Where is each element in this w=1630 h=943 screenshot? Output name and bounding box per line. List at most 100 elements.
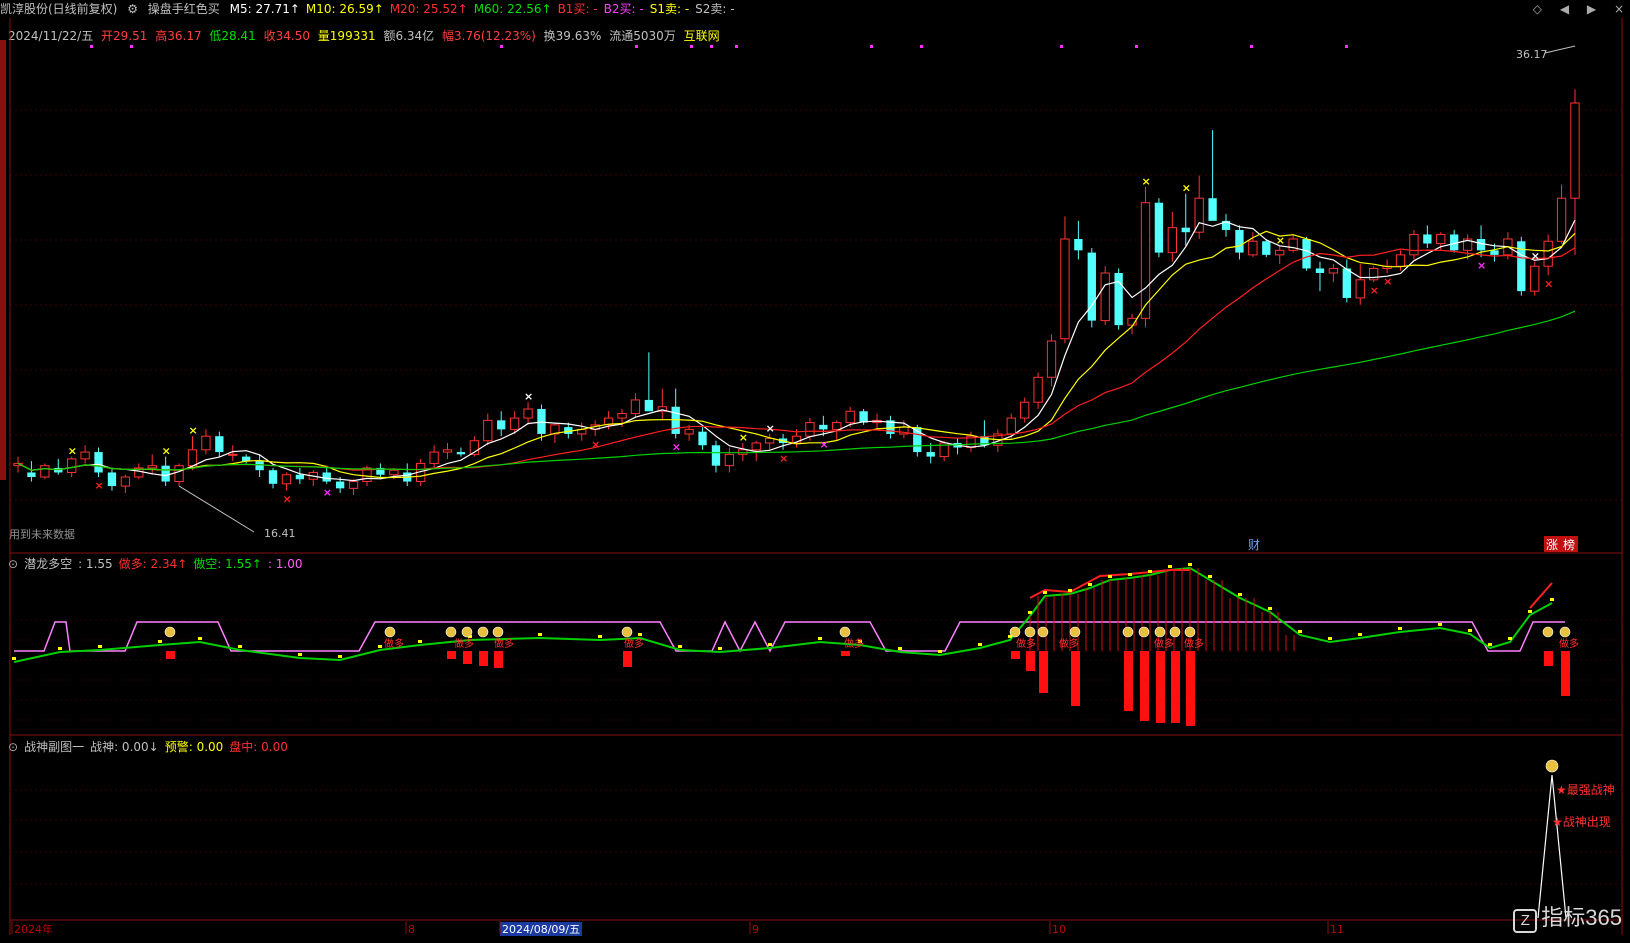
candle-body (523, 408, 533, 419)
ind1-dot (1088, 583, 1092, 586)
logo-icon: Z (1513, 909, 1538, 933)
candle-body (215, 436, 224, 453)
ind1-red-bar (479, 651, 488, 666)
candle-body (1114, 273, 1123, 326)
indicator-2-panzhong: 盘中: 0.00 (229, 740, 288, 754)
candle-body (1423, 234, 1432, 244)
price-low-label: 16.41 (264, 527, 296, 540)
top-signal-dot (870, 45, 873, 48)
ind1-red-bar (1011, 651, 1020, 659)
candle-body (348, 481, 359, 489)
candle-body (1033, 376, 1043, 403)
ind1-dot (1550, 598, 1554, 601)
top-signal-dot (1060, 45, 1063, 48)
ind1-dot (1168, 565, 1172, 568)
ind1-dot (298, 653, 302, 656)
candle-body (1543, 240, 1553, 267)
candle-body (1302, 239, 1311, 269)
ind1-dot (12, 657, 16, 660)
money-bag-icon (1024, 626, 1036, 638)
signal-x-mark: × (95, 479, 104, 492)
ind1-dot (818, 637, 822, 640)
money-bag-icon (1184, 626, 1196, 638)
candle-body (281, 474, 292, 485)
candle-body (1060, 238, 1070, 340)
ind1-dot (1268, 607, 1272, 610)
signal-x-mark: × (1531, 250, 1540, 263)
indicator-1-zuokong: 做空: 1.55↑ (193, 557, 262, 571)
axis-label-5: 11 (1330, 923, 1344, 936)
ind1-red-bar (1140, 651, 1149, 721)
candle-body (724, 453, 735, 467)
candle-body (1570, 102, 1580, 199)
candle-body (429, 451, 439, 464)
axis-label-4: 10 (1052, 923, 1066, 936)
ind1-red-bar (166, 651, 175, 659)
money-bag-icon (477, 626, 489, 638)
ind1-dot (1298, 630, 1302, 633)
candle-body (497, 420, 506, 430)
candle-body (1006, 417, 1016, 435)
signal-x-mark: × (766, 422, 775, 435)
indicator-1-name[interactable]: 潜龙多空 (24, 557, 72, 571)
ind1-dot (1128, 573, 1132, 576)
candle-body (228, 453, 238, 456)
indicator-2-name[interactable]: 战神副图一 (24, 740, 84, 754)
indicator-2-toggle[interactable]: ⊙ (8, 740, 18, 754)
candle-body (1275, 249, 1285, 256)
candle-body (1556, 197, 1567, 242)
signal-x-mark: × (68, 445, 77, 458)
signal-x-mark: × (323, 486, 332, 499)
money-bag-icon (621, 626, 633, 638)
candle-body (1181, 227, 1190, 233)
indicator-1-toggle[interactable]: ⊙ (8, 557, 18, 571)
candle-body (711, 445, 721, 466)
ind1-dot (978, 643, 982, 646)
ind1-zuoduo-label: 做多 (494, 637, 514, 650)
signal-x-mark: × (1383, 275, 1392, 288)
candle-body (147, 465, 157, 469)
ind1-red-bar (1171, 651, 1180, 723)
ind1-dot (678, 645, 682, 648)
candle-body (1395, 254, 1406, 267)
ind1-red-bar (463, 651, 472, 664)
money-bag-icon (1559, 626, 1571, 638)
candle-body (537, 409, 546, 434)
candle-body (268, 470, 278, 484)
candle-body (255, 461, 264, 471)
money-bag-icon (1037, 626, 1049, 638)
top-signal-dot (90, 45, 93, 48)
indicator-2-plot: ★最强战神 ★战神出现 (1537, 759, 1615, 919)
marker-zhang: 涨 (1546, 537, 1558, 552)
top-signal-dot (735, 45, 738, 48)
candle-body (27, 472, 36, 477)
candle-body (1208, 198, 1217, 221)
ind1-zuoduo-label: 做多 (624, 637, 644, 650)
ind1-dot (418, 640, 422, 643)
candle-body (1262, 241, 1271, 255)
chart-canvas[interactable]: × ××××××××××××××× ××× ×× 做多 做多 做多 做多 做多 做多 做多 做多 做多… (0, 0, 1630, 943)
candle-body (389, 469, 399, 476)
ind1-dot (1528, 610, 1532, 613)
ind1-red-bar (1156, 651, 1165, 723)
candle-body (120, 476, 131, 487)
candle-body (1248, 240, 1258, 256)
candle-body (509, 417, 520, 430)
ind1-red-bar (841, 651, 850, 656)
ind1-zuoduo-label: 做多 (1154, 637, 1174, 650)
ind1-dot (378, 645, 382, 648)
candle-body (456, 452, 466, 455)
signal-x-mark: × (591, 438, 600, 451)
candle-body (442, 449, 453, 453)
ind1-dot (238, 645, 242, 648)
indicator-2-zhanshen: 战神: 0.00↓ (90, 740, 159, 754)
marker-bang: 榜 (1563, 537, 1575, 552)
candle-body (1530, 265, 1540, 292)
price-high-label: 36.17 (1516, 48, 1548, 61)
candle-body (845, 410, 855, 424)
ind1-dot (1488, 643, 1492, 646)
ind1-red-bar (1026, 651, 1035, 671)
top-signal-dot (130, 45, 133, 48)
candle-body (805, 422, 815, 437)
ind1-zuoduo-label: 做多 (1559, 637, 1579, 650)
